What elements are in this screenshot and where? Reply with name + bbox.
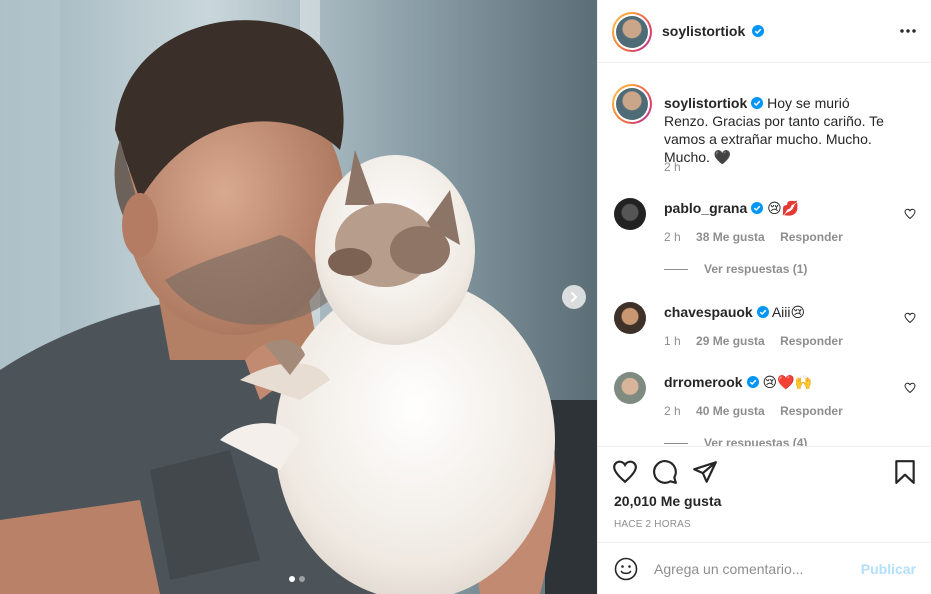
caption-username[interactable]: soylistortiok [664,95,747,111]
add-comment-bar: Publicar [598,542,931,594]
reply-button[interactable]: Responder [780,404,843,418]
comment-username[interactable]: drromerook [664,374,743,390]
caption-time[interactable]: 2 h [664,160,681,174]
comment-likes[interactable]: 29 Me gusta [696,334,765,348]
post-actions: 20,010 Me gusta HACE 2 HORAS [598,446,931,542]
author-avatar[interactable] [612,12,652,52]
comment-bubble-icon[interactable] [652,459,678,485]
comment-input[interactable] [654,557,850,581]
instagram-post: soylistortiok soylistortiok Hoy se murió… [0,0,931,594]
commenter-avatar[interactable] [614,198,646,230]
verified-badge-icon [746,376,759,388]
commenter-avatar[interactable] [614,302,646,334]
publish-button[interactable]: Publicar [861,561,916,577]
verified-badge-icon [751,97,764,109]
comments-list[interactable]: soylistortiok Hoy se murió Renzo. Gracia… [598,64,931,446]
smiley-icon[interactable] [614,557,638,581]
comment-time[interactable]: 2 h [664,404,681,418]
carousel-dot [299,576,305,582]
photo-man-with-cat [0,0,597,594]
comment-username[interactable]: chavespauok [664,304,753,320]
verified-badge-icon [752,25,764,37]
author-username[interactable]: soylistortiok [662,23,745,39]
paper-plane-icon[interactable] [692,459,718,485]
post-photo[interactable] [0,0,597,594]
comment-time[interactable]: 1 h [664,334,681,348]
post-time[interactable]: HACE 2 HORAS [614,519,691,530]
next-photo-button[interactable] [562,285,586,309]
verified-badge-icon [756,306,769,318]
comment-text: 😢💋 [767,200,800,216]
reply-button[interactable]: Responder [780,334,843,348]
heart-icon[interactable] [612,459,638,485]
carousel-indicator [289,576,305,582]
comment-likes[interactable]: 38 Me gusta [696,230,765,244]
comment-text: Aiii😢 [771,304,806,320]
comment-likes[interactable]: 40 Me gusta [696,404,765,418]
bookmark-icon[interactable] [892,459,918,485]
view-replies-button[interactable]: Ver respuestas (1) [664,262,807,276]
reply-button[interactable]: Responder [780,230,843,244]
more-options-icon[interactable] [900,25,916,37]
post-side-panel: soylistortiok soylistortiok Hoy se murió… [597,0,931,594]
comment-username[interactable]: pablo_grana [664,200,747,216]
post-header: soylistortiok [598,0,931,63]
commenter-avatar[interactable] [614,372,646,404]
view-replies-button[interactable]: Ver respuestas (4) [664,436,807,446]
comment-like-heart-icon[interactable] [904,208,916,220]
comment-text: 😢❤️🙌 [762,374,812,390]
comment-like-heart-icon[interactable] [904,312,916,324]
comment-like-heart-icon[interactable] [904,382,916,394]
verified-badge-icon [751,202,764,214]
caption-avatar[interactable] [612,84,652,124]
carousel-dot-active [289,576,295,582]
comment-time[interactable]: 2 h [664,230,681,244]
likes-count[interactable]: 20,010 Me gusta [614,493,721,509]
chevron-right-icon [571,292,578,302]
